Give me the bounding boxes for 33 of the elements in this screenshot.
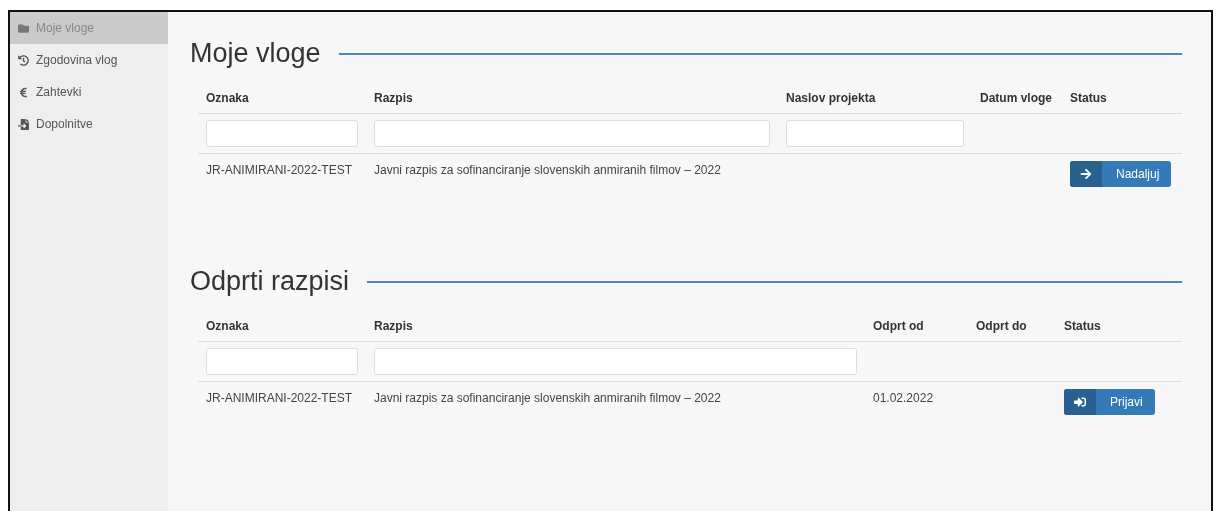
column-header: Odprt do (968, 311, 1056, 342)
table-cell: 01.02.2022 (873, 391, 934, 405)
section-title: Odprti razpisi (190, 266, 350, 297)
column-header: Status (1062, 83, 1182, 114)
sign-in-icon (1074, 396, 1086, 408)
column-header: Datum vloge (972, 83, 1062, 114)
filter-field[interactable] (206, 120, 358, 147)
euro-icon (18, 86, 29, 98)
column-header: Naslov projekta (778, 83, 972, 114)
column-header: Odprt od (865, 311, 968, 342)
table-cell: JR-ANIMIRANI-2022-TEST (206, 391, 353, 405)
action-button[interactable]: Nadaljuj (1070, 161, 1172, 187)
filter-field[interactable] (374, 348, 857, 375)
filter-field[interactable] (206, 348, 358, 375)
file-icon (18, 118, 29, 130)
column-header: Oznaka (198, 311, 366, 342)
sidebar-item[interactable]: Zahtevki (10, 76, 168, 108)
section-title: Moje vloge (190, 38, 321, 69)
column-header: Oznaka (198, 83, 366, 114)
history-icon (18, 54, 29, 66)
table-cell: JR-ANIMIRANI-2022-TEST (206, 163, 353, 177)
folder-icon (18, 22, 29, 34)
column-header: Razpis (366, 83, 778, 114)
table-cell: Javni razpis za sofinanciranje slovenskih anmiranih filmov – 2022 (374, 163, 721, 177)
arrow-right-icon (1080, 168, 1092, 180)
sidebar-item[interactable]: Dopolnitve (10, 108, 168, 140)
table-cell: Javni razpis za sofinanciranje slovenskih anmiranih filmov – 2022 (374, 391, 721, 405)
action-button[interactable]: Prijavi (1064, 389, 1155, 415)
column-header: Razpis (366, 311, 865, 342)
filter-field[interactable] (786, 120, 964, 147)
filter-field[interactable] (374, 120, 770, 147)
column-header: Status (1056, 311, 1182, 342)
sidebar-item[interactable]: Zgodovina vlog (10, 44, 168, 76)
